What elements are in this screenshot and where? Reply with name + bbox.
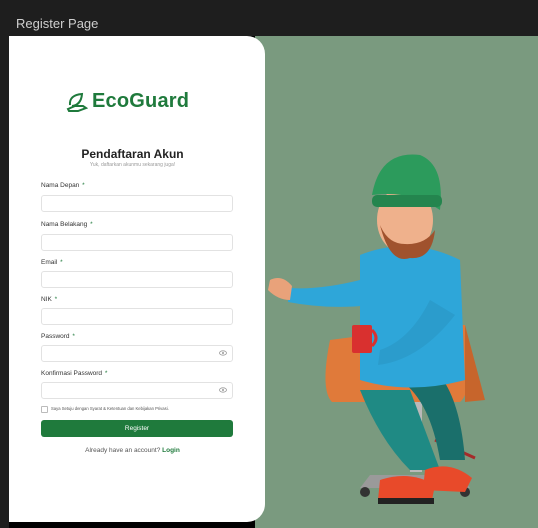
window-title: Register Page [16,16,99,31]
login-prompt: Already have an account? Login [85,447,180,454]
nik-label: NIK * [41,296,58,303]
password-label: Password * [41,333,75,340]
password-field[interactable] [41,345,233,362]
last-name-label: Nama Belakang * [41,221,93,228]
login-link[interactable]: Login [162,447,180,454]
brand-name: EcoGuard [92,90,190,112]
eye-icon[interactable] [219,350,227,356]
confirm-password-label: Konfirmasi Password * [41,370,108,377]
form-title: Pendaftaran Akun [81,147,184,161]
first-name-label: Nama Depan * [41,182,85,189]
window-titlebar: Register Page [0,0,538,36]
email-field[interactable] [41,271,233,288]
first-name-field[interactable] [41,195,233,212]
eye-icon[interactable] [219,387,227,393]
confirm-password-field[interactable] [41,382,233,399]
leaf-hand-icon [66,92,88,112]
form-subtitle: Yuk, daftarkan akunmu sekarang juga! [89,162,176,168]
nik-field[interactable] [41,308,233,325]
register-button[interactable]: Register [41,420,233,437]
agree-text: Saya Setuju dengan Syarat & Ketentuan da… [51,406,169,411]
email-label: Email * [41,259,63,266]
man-with-mug-illustration [268,154,485,504]
agree-checkbox[interactable] [41,406,48,413]
last-name-field[interactable] [41,234,233,251]
brand-logo: EcoGuard [66,90,189,113]
